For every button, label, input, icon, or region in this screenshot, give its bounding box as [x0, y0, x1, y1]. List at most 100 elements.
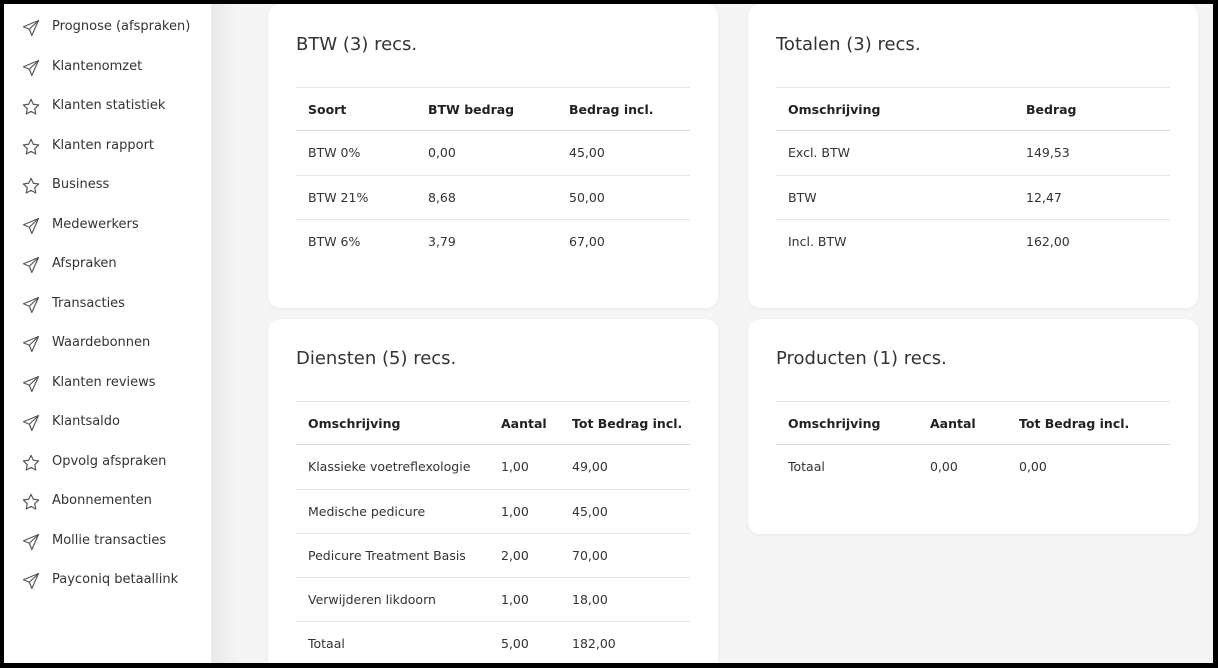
table-cell: Totaal	[308, 636, 345, 651]
sidebar-item-label: Medewerkers	[52, 217, 139, 232]
table-cell: 3,79	[428, 234, 456, 249]
column-header: Soort	[308, 102, 347, 117]
star-icon	[21, 453, 41, 473]
table-cell: 12,47	[1026, 190, 1062, 205]
table-cell: 45,00	[569, 145, 605, 160]
sidebar-item-label: Opvolg afspraken	[52, 454, 167, 469]
sidebar-item-klantsaldo[interactable]: Klantsaldo	[4, 411, 211, 435]
table-cell: 0,00	[930, 459, 958, 474]
table-cell: 149,53	[1026, 145, 1070, 160]
table-row: Totaal 5,00 182,00	[296, 621, 690, 663]
table-cell: 162,00	[1026, 234, 1070, 249]
table-header-row: Soort BTW bedrag Bedrag incl.	[296, 87, 690, 131]
sidebar-item-opvolg-afspraken[interactable]: Opvolg afspraken	[4, 451, 211, 475]
table-row: Incl. BTW 162,00	[776, 219, 1170, 263]
send-icon	[21, 532, 41, 552]
table-row: Verwijderen likdoorn 1,00 18,00	[296, 577, 690, 621]
sidebar-item-label: Mollie transacties	[52, 533, 167, 548]
sidebar-item-label: Business	[52, 177, 110, 192]
totalen-card: Totalen (3) recs. Omschrijving Bedrag Excl…	[748, 4, 1198, 308]
btw-card-title: BTW (3) recs.	[296, 34, 418, 55]
table-cell: 8,68	[428, 190, 456, 205]
totalen-table: Omschrijving Bedrag Excl. BTW 149,53 BTW 12,4…	[776, 87, 1170, 263]
sidebar-item-klanten-reviews[interactable]: Klanten reviews	[4, 372, 211, 396]
star-icon	[21, 492, 41, 512]
table-cell: 1,00	[501, 459, 529, 474]
sidebar-item-mollie-transacties[interactable]: Mollie transacties	[4, 530, 211, 554]
table-cell: BTW 21%	[308, 190, 369, 205]
star-icon	[21, 97, 41, 117]
diensten-card-title: Diensten (5) recs.	[296, 348, 457, 369]
sidebar-item-waardebonnen[interactable]: Waardebonnen	[4, 332, 211, 356]
table-row: Klassieke voetreflexologie 1,00 49,00	[296, 445, 690, 489]
producten-table: Omschrijving Aantal Tot Bedrag incl. Totaal…	[776, 401, 1170, 489]
sidebar-item-label: Klantenomzet	[52, 59, 143, 74]
diensten-card: Diensten (5) recs. Omschrijving Aantal Tot…	[268, 319, 718, 663]
column-header: Tot Bedrag incl.	[1019, 416, 1130, 431]
btw-table: Soort BTW bedrag Bedrag incl. BTW 0% 0,00 45,…	[296, 87, 690, 263]
table-cell: 70,00	[572, 548, 608, 563]
table-header-row: Omschrijving Bedrag	[776, 87, 1170, 131]
sidebar-shadow	[211, 4, 239, 663]
table-cell: 1,00	[501, 504, 529, 519]
table-cell: 0,00	[428, 145, 456, 160]
sidebar-item-klanten-statistiek[interactable]: Klanten statistiek	[4, 95, 211, 119]
sidebar-item-klantenomzet[interactable]: Klantenomzet	[4, 56, 211, 80]
star-icon	[21, 137, 41, 157]
app-frame: Prognose (afspraken) Klantenomzet Klanten …	[4, 4, 1213, 663]
column-header: Aantal	[930, 416, 976, 431]
table-cell: BTW 0%	[308, 145, 361, 160]
column-header: Tot Bedrag incl.	[572, 416, 683, 431]
table-cell: 182,00	[572, 636, 616, 651]
table-header-row: Omschrijving Aantal Tot Bedrag incl.	[296, 401, 690, 445]
send-icon	[21, 413, 41, 433]
sidebar-item-transacties[interactable]: Transacties	[4, 293, 211, 317]
column-header: Omschrijving	[788, 416, 881, 431]
column-header: Aantal	[501, 416, 547, 431]
sidebar-item-medewerkers[interactable]: Medewerkers	[4, 214, 211, 238]
table-row: Pedicure Treatment Basis 2,00 70,00	[296, 533, 690, 577]
btw-card: BTW (3) recs. Soort BTW bedrag Bedrag incl…	[268, 4, 718, 308]
sidebar-item-label: Klanten reviews	[52, 375, 156, 390]
sidebar-item-prognose-afspraken[interactable]: Prognose (afspraken)	[4, 16, 211, 40]
table-row: BTW 12,47	[776, 175, 1170, 219]
sidebar: Prognose (afspraken) Klantenomzet Klanten …	[4, 4, 211, 663]
send-icon	[21, 58, 41, 78]
sidebar-item-abonnementen[interactable]: Abonnementen	[4, 490, 211, 514]
star-icon	[21, 176, 41, 196]
table-cell: 5,00	[501, 636, 529, 651]
producten-card: Producten (1) recs. Omschrijving Aantal To…	[748, 319, 1198, 534]
table-row: Totaal 0,00 0,00	[776, 445, 1170, 489]
sidebar-item-label: Klanten statistiek	[52, 98, 166, 113]
sidebar-item-label: Klanten rapport	[52, 138, 155, 153]
diensten-table: Omschrijving Aantal Tot Bedrag incl. Klassi…	[296, 401, 690, 663]
sidebar-item-label: Afspraken	[52, 256, 117, 271]
sidebar-item-klanten-rapport[interactable]: Klanten rapport	[4, 135, 211, 159]
table-cell: BTW	[788, 190, 817, 205]
table-cell: 18,00	[572, 592, 608, 607]
send-icon	[21, 18, 41, 38]
table-cell: Medische pedicure	[308, 504, 426, 519]
table-row: Medische pedicure 1,00 45,00	[296, 489, 690, 533]
column-header: Omschrijving	[788, 102, 881, 117]
table-cell: 49,00	[572, 459, 608, 474]
column-header: Bedrag	[1026, 102, 1077, 117]
sidebar-item-business[interactable]: Business	[4, 174, 211, 198]
send-icon	[21, 295, 41, 315]
table-row: BTW 21% 8,68 50,00	[296, 175, 690, 219]
table-row: BTW 6% 3,79 67,00	[296, 219, 690, 263]
send-icon	[21, 216, 41, 236]
table-cell: 67,00	[569, 234, 605, 249]
column-header: Bedrag incl.	[569, 102, 654, 117]
sidebar-item-label: Prognose (afspraken)	[52, 19, 191, 34]
table-cell: Verwijderen likdoorn	[308, 592, 436, 607]
column-header: BTW bedrag	[428, 102, 515, 117]
producten-card-title: Producten (1) recs.	[776, 348, 947, 369]
sidebar-item-afspraken[interactable]: Afspraken	[4, 253, 211, 277]
send-icon	[21, 374, 41, 394]
table-cell: 0,00	[1019, 459, 1047, 474]
send-icon	[21, 571, 41, 591]
sidebar-item-payconiq-betaallink[interactable]: Payconiq betaallink	[4, 569, 211, 593]
table-header-row: Omschrijving Aantal Tot Bedrag incl.	[776, 401, 1170, 445]
table-cell: 45,00	[572, 504, 608, 519]
